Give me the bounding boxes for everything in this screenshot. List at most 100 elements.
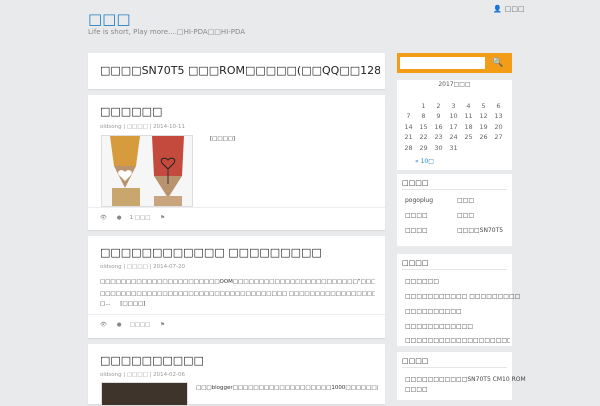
post-excerpt-line: □□□□□□□□□□□□□□□□□□□□□□□OOM□□□□□□□□□□□□□□… [100,279,375,285]
categories-widget: □□□□ pogoplug □□□ □□□□ □□□ □□□□ □□□□SN70… [397,174,512,246]
post-footer: 👁 ● 1 □□□ ⚑ [100,215,173,221]
calendar-day: 11 [464,112,473,121]
calendar-day: 26 [479,133,488,142]
category-link[interactable]: □□□□ [405,212,428,219]
category-link[interactable]: □□□ [457,197,474,204]
calendar-day: 7 [406,112,411,121]
divider [88,314,385,315]
calendar-day: 30 [434,143,443,152]
calendar-day: 4 [466,101,471,110]
post-title[interactable]: □□□□□□□□□□ [100,354,204,367]
calendar-day: 27 [494,133,503,142]
recent-posts-widget: □□□□ □□□□□□ □□□□□□□□□□□ □□□□□□□□□ □□□□□□… [397,254,520,346]
site-tagline: Life is short, Play more....□HI-PDA□□HI-… [88,28,246,36]
calendar-day: 12 [479,112,488,121]
calendar-day: 5 [481,101,486,110]
category-link[interactable]: □□□□SN70T5 [457,227,503,234]
calendar-day: 24 [449,133,458,142]
read-more-link[interactable]: [□□□□] [120,301,145,307]
calendar-day: 14 [404,122,413,131]
pencil-art-image [102,136,192,206]
calendar-day: 9 [436,112,441,121]
post-thumbnail[interactable] [101,135,193,207]
post-card: □□□□□□□□□□ oldsong | □□□□ | 2014-02-06 □… [88,344,385,406]
calendar-widget: 2017□□□ 1 2 3 4 5 6 7 8 9 10 11 12 13 14… [397,80,512,170]
calendar-prev-link[interactable]: « 10□ [415,158,434,165]
post-card: □□□□□□□□□□□□ □□□□□□□□□ oldsong | □□□□ | … [88,236,385,338]
category-link[interactable]: □□□ [457,212,474,219]
calendar-day: 19 [479,122,488,131]
calendar-header-cell [401,90,416,101]
comment-count[interactable]: □□□□ [130,322,151,328]
post-title[interactable]: □□□□□□□□□□□□ □□□□□□□□□ [100,246,322,259]
site-title[interactable]: □□□ [88,10,131,28]
divider [88,207,385,208]
calendar-day: 13 [494,112,503,121]
calendar-header-cell [431,90,446,101]
calendar-day: 18 [464,122,473,131]
widget-title: □□□□ [402,259,429,267]
post-excerpt-link[interactable]: [□□□□] [210,133,370,145]
widget-title: □□□□ [402,179,429,187]
comment-count[interactable]: 1 □□□ [130,215,151,221]
search-input[interactable] [400,57,485,69]
eye-icon: 👁 [100,322,107,328]
calendar-day: 23 [434,133,443,142]
calendar-header-cell [491,90,506,101]
calendar-day: 3 [451,101,456,110]
post-title[interactable]: □□□□□□ [100,105,162,118]
post-meta: oldsong | □□□□ | 2014-07-20 [100,264,186,270]
recent-post-link[interactable]: □□□□□□□□□□□□ [405,323,473,330]
comment-icon[interactable]: ● [117,322,122,328]
recent-comments-widget: □□□□ □□□□□□□□□□□SN70T5 CM10 ROM □□□□ [397,352,526,400]
widget-title: □□□□ [402,357,429,365]
post-excerpt-line: □□□blogger□□□□□□□□□□□□□□□□□□□1000□□□□□□□… [196,385,378,391]
search-icon[interactable]: 🔍 [489,57,507,69]
post-card: □□□□□□ oldsong | □□□□ | 2014-10-11 [□□□□… [88,95,385,230]
recent-post-link[interactable]: □□□□□□□□□□□ □□□□□□□□□ [405,293,520,300]
calendar-day: 15 [419,122,428,131]
post-thumbnail[interactable] [101,382,188,406]
banner-card: □□□□SN70T5 □□□ROM□□□□□(□□QQ□□12825932... [88,53,385,89]
user-label: □□□ [504,5,525,13]
calendar-empty [401,101,416,112]
user-link[interactable]: 👤 □□□ [493,5,525,13]
calendar-day: 22 [419,133,428,142]
post-footer: 👁 ● □□□□ ⚑ [100,322,173,328]
calendar-header-cell [461,90,476,101]
calendar-day: 21 [404,133,413,142]
comment-icon[interactable]: ● [117,215,122,221]
calendar-table: 1 2 3 4 5 6 7 8 9 10 11 12 13 14 15 16 1… [401,90,506,153]
calendar-day: 1 [421,101,426,110]
calendar-header-cell [416,90,431,101]
calendar-day: 10 [449,112,458,121]
calendar-day: 29 [419,143,428,152]
calendar-day: 2 [436,101,441,110]
category-link[interactable]: pogoplug [405,197,433,204]
user-icon: 👤 [493,5,502,13]
comment-link[interactable]: □□□□□□□□□□□SN70T5 CM10 ROM [405,376,526,383]
eye-icon: 👁 [100,215,107,221]
search-box: 🔍 [397,53,512,73]
calendar-header-cell [476,90,491,101]
calendar-caption: 2017□□□ [438,81,471,88]
recent-post-link[interactable]: □□□□□□□□□□□□□□□□□□□□□□□□□□□□ [405,337,510,344]
tag-icon: ⚑ [160,215,166,221]
divider [402,189,507,190]
calendar-day: 16 [434,122,443,131]
recent-post-link[interactable]: □□□□□□□□□□ [405,308,462,315]
calendar-header-cell [446,90,461,101]
calendar-day: 20 [494,122,503,131]
tag-icon: ⚑ [160,322,166,328]
calendar-day: 17 [449,122,458,131]
banner-title[interactable]: □□□□SN70T5 □□□ROM□□□□□(□□QQ□□12825932... [100,64,380,77]
post-meta: oldsong | □□□□ | 2014-02-06 [100,372,186,378]
calendar-day: 28 [404,143,413,152]
category-link[interactable]: □□□□ [405,227,428,234]
excerpt-end: □... [100,301,111,307]
calendar-day: 8 [421,112,426,121]
divider [402,269,507,270]
divider [402,367,507,368]
comment-link[interactable]: □□□□ [405,386,428,393]
recent-post-link[interactable]: □□□□□□ [405,278,439,285]
